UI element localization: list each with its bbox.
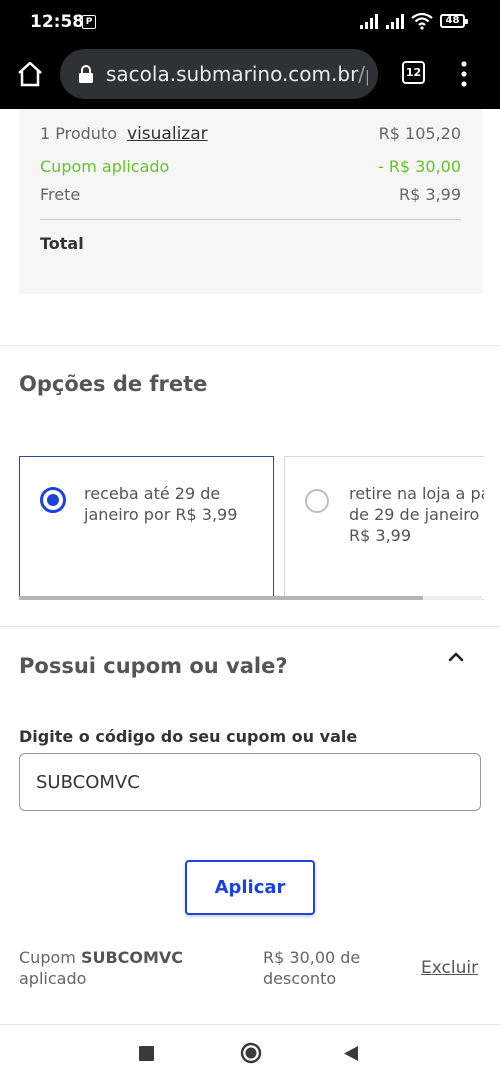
shipping-option-delivery[interactable]: receba até 29 de janeiro por R$ 3,99 bbox=[19, 456, 274, 600]
shipping-value: R$ 3,99 bbox=[398, 185, 461, 204]
order-summary: 1 Produto visualizar R$ 105,20 Cupom apli… bbox=[19, 109, 482, 294]
summary-product-row: 1 Produto visualizar R$ 105,20 bbox=[40, 124, 461, 144]
signal-icon bbox=[386, 14, 404, 29]
product-value: R$ 105,20 bbox=[378, 124, 461, 143]
more-vert-icon[interactable] bbox=[457, 60, 471, 88]
shipping-scrollbar-thumb[interactable] bbox=[19, 596, 423, 600]
status-bar: 12:58 P 48 bbox=[0, 0, 500, 46]
applied-coupon-info: Cupom SUBCOMVC aplicado bbox=[19, 948, 184, 988]
remove-coupon-link[interactable]: Excluir bbox=[421, 958, 478, 978]
summary-shipping-row: Frete R$ 3,99 bbox=[40, 185, 461, 204]
coupon-section-title[interactable]: Possui cupom ou vale? bbox=[19, 654, 288, 678]
home-icon[interactable] bbox=[16, 60, 44, 88]
shipping-option-text: receba até 29 de janeiro por R$ 3,99 bbox=[84, 484, 238, 524]
view-products-link[interactable]: visualizar bbox=[127, 124, 208, 144]
shipping-label: Frete bbox=[40, 185, 81, 204]
coupon-code-input[interactable] bbox=[19, 753, 481, 811]
url-text: sacola.submarino.com.br/pa bbox=[106, 62, 368, 86]
back-icon[interactable] bbox=[343, 1045, 359, 1062]
signal-icon bbox=[360, 14, 378, 29]
system-nav-bar bbox=[0, 1024, 500, 1083]
recents-icon[interactable] bbox=[139, 1046, 154, 1061]
browser-toolbar: sacola.submarino.com.br/pa 12 bbox=[0, 46, 500, 109]
shipping-scrollbar[interactable] bbox=[19, 596, 482, 600]
total-label: Total bbox=[40, 234, 84, 253]
screen: 12:58 P 48 sacola.submarino.com.br/ 12 1… bbox=[0, 0, 500, 1083]
shipping-options-title: Opções de frete bbox=[19, 372, 208, 396]
lock-icon bbox=[79, 65, 93, 83]
applied-coupon-code: SUBCOMVC bbox=[80, 948, 184, 967]
coupon-applied-label: Cupom aplicado bbox=[40, 157, 170, 176]
summary-coupon-row: Cupom aplicado - R$ 30,00 bbox=[40, 157, 461, 176]
coupon-value: - R$ 30,00 bbox=[377, 157, 461, 176]
section-divider bbox=[0, 626, 500, 627]
apply-coupon-button[interactable]: Aplicar bbox=[185, 860, 315, 915]
address-bar[interactable]: sacola.submarino.com.br/pa bbox=[60, 49, 378, 99]
status-time: 12:58 bbox=[30, 12, 85, 32]
chevron-up-icon[interactable] bbox=[447, 650, 465, 664]
coupon-input-label: Digite o código do seu cupom ou vale bbox=[19, 727, 358, 746]
radio-unselected-icon[interactable] bbox=[305, 489, 329, 513]
radio-selected-icon[interactable] bbox=[40, 487, 66, 513]
battery-level: 48 bbox=[445, 15, 460, 26]
section-divider bbox=[0, 345, 500, 346]
home-nav-icon[interactable] bbox=[240, 1042, 262, 1064]
wifi-icon bbox=[411, 12, 433, 30]
summary-total-row: Total bbox=[40, 234, 461, 253]
product-count: 1 Produto bbox=[40, 124, 118, 143]
shipping-option-pickup[interactable]: retire na loja a pa de 29 de janeiro p R… bbox=[284, 456, 484, 600]
tabs-icon[interactable]: 12 bbox=[402, 61, 425, 84]
shipping-option-text: retire na loja a pa de 29 de janeiro p R… bbox=[349, 484, 484, 545]
applied-discount-info: R$ 30,00 de desconto bbox=[263, 948, 361, 988]
battery-icon: 48 bbox=[440, 14, 468, 28]
summary-divider bbox=[40, 219, 461, 220]
notification-icon: P bbox=[82, 15, 96, 29]
